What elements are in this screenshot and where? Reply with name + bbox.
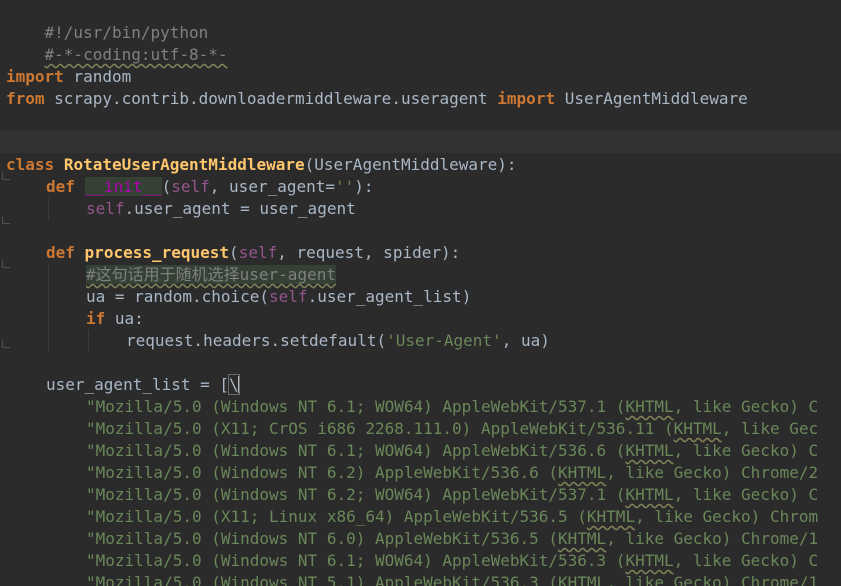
indent-guide xyxy=(48,198,49,220)
fold-icon[interactable] xyxy=(2,216,10,224)
method-name: process_request xyxy=(84,243,230,262)
code-line-ua-string[interactable]: "Mozilla/5.0 (Windows NT 6.2; WOW64) App… xyxy=(86,484,818,506)
imported-name: UserAgentMiddleware xyxy=(555,89,748,108)
chinese-comment: #这句话用于随机选择user-agent xyxy=(86,265,336,284)
ua-string-part: , like Gecko) C xyxy=(673,441,819,460)
if-keyword: if xyxy=(86,309,106,328)
list-assign: user_agent_list = [ xyxy=(46,375,230,394)
ua-khtml: KHTML xyxy=(558,529,607,548)
code-line-if-ua[interactable]: if ua: xyxy=(86,308,144,330)
call-end: , ua) xyxy=(501,331,550,350)
code-line-setdefault[interactable]: request.headers.setdefault('User-Agent',… xyxy=(126,330,550,352)
ua-string-part: "Mozilla/5.0 (Windows NT 6.2; WOW64) App… xyxy=(86,485,626,504)
ua-string-part: , like Gecko) C xyxy=(673,397,819,416)
fold-icon[interactable] xyxy=(2,340,10,348)
code-line-from-import[interactable]: from scrapy.contrib.downloadermiddleware… xyxy=(6,88,748,110)
setdefault-call: request.headers.setdefault( xyxy=(126,331,387,350)
ua-khtml: KHTML xyxy=(673,419,722,438)
ua-khtml: KHTML xyxy=(558,463,607,482)
assign-rest: .user_agent = user_agent xyxy=(124,199,356,218)
self-param: self xyxy=(171,177,210,196)
ua-string-part: , like Gecko) Chrome/2 xyxy=(606,463,819,482)
ua-string-part: , like Gecko) Chrome/1 xyxy=(606,573,819,586)
if-condition: ua: xyxy=(105,309,144,328)
ua-khtml: KHTML xyxy=(625,551,674,570)
ua-string-part: "Mozilla/5.0 (Windows NT 6.1; WOW64) App… xyxy=(86,551,626,570)
init-method-name: __init__ xyxy=(84,177,162,196)
code-line-chinese-comment[interactable]: #这句话用于随机选择user-agent xyxy=(86,264,336,286)
self-ref: self xyxy=(269,287,308,306)
self-param: self xyxy=(238,243,278,262)
module-path: scrapy.contrib.downloadermiddleware.user… xyxy=(44,89,498,108)
code-editor[interactable]: #!/usr/bin/python #-*-coding:utf-8-*- im… xyxy=(0,0,841,586)
class-name: RotateUserAgentMiddleware xyxy=(63,155,305,174)
ua-khtml: KHTML xyxy=(625,485,674,504)
import-keyword: import xyxy=(497,89,556,108)
code-line-user-agent-list[interactable]: user_agent_list = [\ xyxy=(46,374,240,396)
class-keyword: class xyxy=(6,155,55,174)
code-line-encoding[interactable]: #-*-coding:utf-8-*- xyxy=(6,22,228,64)
code-line-ua-string[interactable]: "Mozilla/5.0 (Windows NT 6.2) AppleWebKi… xyxy=(86,462,818,484)
ua-string-part: , like Gecko) Chrom xyxy=(635,507,819,526)
indent-guide xyxy=(88,330,89,352)
code-line-ua-string[interactable]: "Mozilla/5.0 (Windows NT 6.1; WOW64) App… xyxy=(86,396,818,418)
code-line-ua-string[interactable]: "Mozilla/5.0 (Windows NT 6.1; WOW64) App… xyxy=(86,550,818,572)
ua-khtml: KHTML xyxy=(625,397,674,416)
assign-ua: ua = random.choice( xyxy=(86,287,270,306)
import-module: random xyxy=(63,67,132,86)
code-line-ua-string[interactable]: "Mozilla/5.0 (Windows NT 5.1) AppleWebKi… xyxy=(86,572,818,586)
ua-string-part: "Mozilla/5.0 (Windows NT 6.0) AppleWebKi… xyxy=(86,529,559,548)
code-line-random-choice[interactable]: ua = random.choice(self.user_agent_list) xyxy=(86,286,471,308)
def-keyword: def xyxy=(46,243,75,262)
list-ref: .user_agent_list) xyxy=(307,287,472,306)
code-line-init-def[interactable]: def __init__(self, user_agent=''): xyxy=(46,176,374,198)
code-line-ua-string[interactable]: "Mozilla/5.0 (Windows NT 6.1; WOW64) App… xyxy=(86,440,818,462)
ua-string-part: "Mozilla/5.0 (Windows NT 5.1) AppleWebKi… xyxy=(86,573,559,586)
encoding-comment: #-*-coding:utf-8-*- xyxy=(44,45,228,64)
code-line-ua-string[interactable]: "Mozilla/5.0 (X11; Linux x86_64) AppleWe… xyxy=(86,506,818,528)
code-line-ua-string[interactable]: "Mozilla/5.0 (Windows NT 6.0) AppleWebKi… xyxy=(86,528,818,550)
text-cursor xyxy=(237,376,240,393)
open-paren: ( xyxy=(161,177,172,196)
ua-string-part: "Mozilla/5.0 (Windows NT 6.2) AppleWebKi… xyxy=(86,463,559,482)
indent-guide xyxy=(48,264,49,352)
code-line-process-request-def[interactable]: def process_request(self, request, spide… xyxy=(46,242,460,264)
from-keyword: from xyxy=(6,89,45,108)
params: , user_agent= xyxy=(209,177,336,196)
ua-string-part: "Mozilla/5.0 (X11; Linux x86_64) AppleWe… xyxy=(86,507,587,526)
default-string: '' xyxy=(335,177,355,196)
class-base: (UserAgentMiddleware): xyxy=(304,155,517,174)
params: , request, spider): xyxy=(277,243,461,262)
ua-string-part: "Mozilla/5.0 (Windows NT 6.1; WOW64) App… xyxy=(86,397,626,416)
ua-string-part: , like Gecko) C xyxy=(673,485,819,504)
open-paren: ( xyxy=(229,243,239,262)
ua-string-part: "Mozilla/5.0 (X11; CrOS i686 2268.111.0)… xyxy=(86,419,674,438)
ua-khtml: KHTML xyxy=(625,441,674,460)
current-line-highlight xyxy=(0,130,841,153)
code-line-class-def[interactable]: class RotateUserAgentMiddleware(UserAgen… xyxy=(6,154,517,176)
code-line-import-random[interactable]: import random xyxy=(6,66,131,88)
ua-string-part: , like Gecko) C xyxy=(673,551,819,570)
self-ref: self xyxy=(86,199,125,218)
ua-string-part: , like Gecko) Chrome/1 xyxy=(606,529,819,548)
code-line-ua-string[interactable]: "Mozilla/5.0 (X11; CrOS i686 2268.111.0)… xyxy=(86,418,818,440)
ua-khtml: KHTML xyxy=(558,573,607,586)
def-end: ): xyxy=(354,177,374,196)
code-line-shebang[interactable]: #!/usr/bin/python xyxy=(6,0,209,42)
header-name-string: 'User-Agent' xyxy=(386,331,502,350)
import-keyword: import xyxy=(6,67,64,86)
fold-icon[interactable] xyxy=(2,260,10,268)
ua-khtml: KHTML xyxy=(586,507,636,526)
ua-string-part: , like Gec xyxy=(721,419,819,438)
ua-string-part: "Mozilla/5.0 (Windows NT 6.1; WOW64) App… xyxy=(86,441,626,460)
def-keyword: def xyxy=(46,177,75,196)
code-line-assign-user-agent[interactable]: self.user_agent = user_agent xyxy=(86,198,356,220)
